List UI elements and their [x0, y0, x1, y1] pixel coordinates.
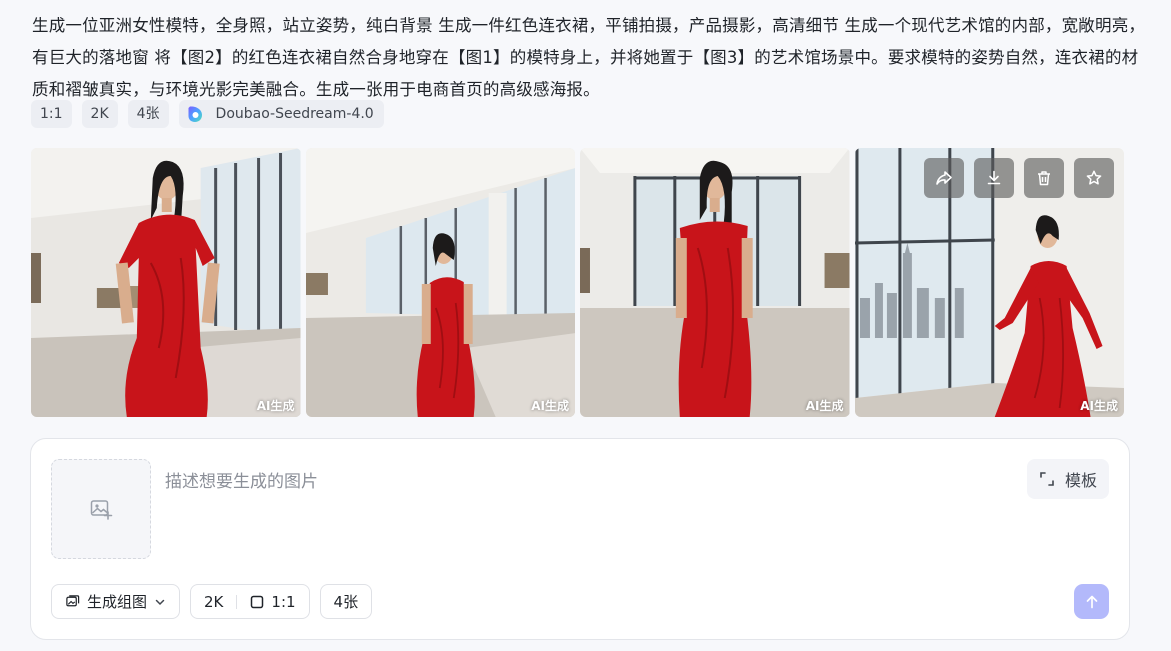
image-scene — [580, 148, 850, 417]
prompt-input[interactable] — [165, 467, 985, 567]
generated-image-4[interactable]: AI生成 — [854, 148, 1124, 417]
ratio-label: 1:1 — [271, 592, 296, 611]
download-icon — [987, 170, 1001, 185]
prompt-text: 生成一位亚洲女性模特，全身照，站立姿势，纯白背景 生成一件红色连衣裙，平铺拍摄，… — [32, 16, 1146, 99]
ai-generated-label: AI生成 — [1080, 399, 1118, 413]
resolution-ratio-select[interactable]: 2K 1:1 — [190, 584, 310, 619]
chevron-down-icon — [155, 599, 165, 605]
aspect-square-icon — [251, 595, 264, 608]
share-icon — [936, 171, 952, 185]
image-scene — [31, 148, 301, 417]
composer-toolbar: 生成组图 2K 1:1 4张 — [51, 584, 373, 619]
ai-generated-label: AI生成 — [256, 399, 295, 413]
reference-image-upload[interactable] — [51, 459, 151, 559]
tag-count: 4张 — [127, 100, 169, 128]
favorite-button[interactable] — [1074, 158, 1114, 198]
image-action-bar — [924, 158, 1114, 198]
template-button[interactable]: 模板 — [1026, 459, 1109, 499]
tag-model: Doubao-Seedream-4.0 — [178, 100, 384, 128]
template-button-label: 模板 — [1064, 471, 1097, 490]
image-scene — [305, 148, 575, 417]
add-image-icon — [90, 500, 113, 520]
generated-image-1[interactable]: AI生成 — [31, 148, 301, 417]
send-button[interactable] — [1074, 584, 1109, 619]
mode-select-label: 生成组图 — [87, 593, 148, 611]
doubao-logo-icon — [186, 105, 204, 123]
image-gallery: AI生成 AI生成 AI生成 AI生成 — [31, 148, 1124, 417]
divider — [236, 594, 238, 609]
generated-image-3[interactable]: AI生成 — [580, 148, 850, 417]
share-button[interactable] — [924, 158, 964, 198]
prompt-composer: 模板 生成组图 2K 1:1 4张 — [30, 438, 1130, 640]
image-group-icon — [66, 595, 80, 607]
arrow-up-icon — [1086, 595, 1097, 608]
star-icon — [1086, 170, 1102, 185]
tag-ratio: 1:1 — [31, 100, 72, 128]
count-select[interactable]: 4张 — [319, 584, 373, 619]
trash-icon — [1038, 171, 1050, 186]
mode-select[interactable]: 生成组图 — [51, 584, 181, 619]
ai-generated-label: AI生成 — [805, 399, 844, 413]
expand-icon — [1040, 472, 1054, 486]
tag-model-label: Doubao-Seedream-4.0 — [215, 106, 374, 122]
delete-button[interactable] — [1024, 158, 1064, 198]
download-button[interactable] — [974, 158, 1014, 198]
count-label: 4张 — [333, 593, 359, 611]
tag-resolution: 2K — [81, 100, 118, 128]
generation-tags: 1:1 2K 4张 Doubao-Seedream-4.0 — [31, 100, 384, 128]
resolution-label: 2K — [204, 592, 224, 611]
generated-image-2[interactable]: AI生成 — [305, 148, 575, 417]
ai-generated-label: AI生成 — [531, 399, 569, 413]
